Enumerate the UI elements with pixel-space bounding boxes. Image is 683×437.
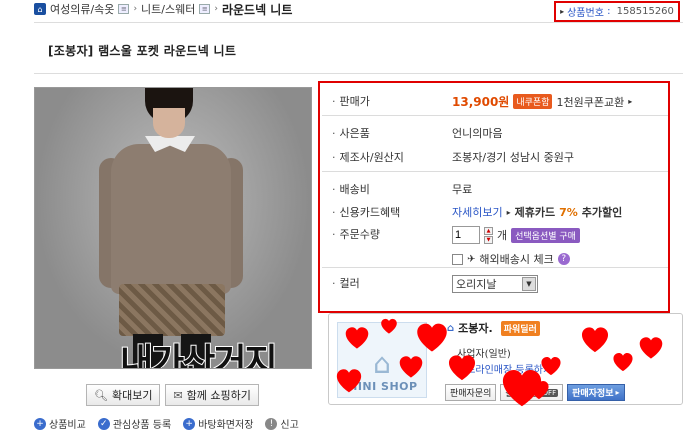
list-icon[interactable]: ≡ [199,4,211,14]
mini-shop-button[interactable]: ⌂ MINI SHOP [337,322,427,398]
title-bar: [조봉자] 램스울 포켓 라운드넥 니트 [34,22,683,74]
check-icon: ✓ [97,417,110,430]
sweater [111,144,231,294]
chevron-right-icon: › [133,4,138,14]
desktop-save-link[interactable]: + 바탕화면저장 [183,416,253,431]
seller-box: ⌂ MINI SHOP ⌂ 조봉자. 파워딜러 사업자(일반) 오프라인매장 등… [328,313,683,405]
shop-together-label: 함께 쇼핑하기 [186,389,251,402]
breadcrumb: ⌂ 여성의류/속옷 ≡ › 니트/스웨터 ≡ › 라운드넥 니트 [34,0,292,18]
shipping-value: 무료 [452,183,473,196]
wishlist-link[interactable]: ✓ 관심상품 등록 [97,416,171,431]
product-info-box: 판매가 13,900원 내쿠폰함 1천원쿠폰교환 ▸ 사은품 언니의마음 제조사… [318,81,670,313]
chevron-right-icon: › [214,4,218,14]
bottom-links: + 상품비교 ✓ 관심상품 등록 + 바탕화면저장 ! 신고 [34,416,299,431]
seller-info-button[interactable]: 판매자정보 ▸ [567,384,625,401]
coupon-exchange-link[interactable]: 1천원쿠폰교환 [556,94,624,110]
power-dealer-badge: 파워딜러 [500,320,540,336]
breadcrumb-item-category[interactable]: 여성의류/속옷 [50,1,114,17]
maker-value: 조봉자/경기 성남시 중원구 [452,151,575,164]
shop-together-button[interactable]: ✉ 함께 쇼핑하기 [165,384,259,406]
triangle-right-icon: ▸ [615,388,620,397]
card-detail-link[interactable]: 자세히보기 [452,204,503,220]
overseas-checkbox[interactable] [452,253,463,265]
compare-link[interactable]: + 상품비교 [34,416,86,431]
plus-icon: + [34,417,46,430]
triangle-right-icon: ▸ [560,7,565,16]
price-value: 13,900원 [452,95,510,109]
plus-zone-button[interactable]: 플러스존 OFF [500,384,564,401]
product-title: [조봉자] 램스울 포켓 라운드넥 니트 [48,44,237,58]
zoom-button-label: 확대보기 [111,389,153,402]
house-icon: ⌂ [373,347,391,380]
magnifier-icon: 🔍︎ [94,388,108,402]
breadcrumb-item-current: 라운드넥 니트 [221,2,293,17]
envelope-icon: ✉ [173,388,183,402]
product-photo[interactable]: 내가산거지 [34,87,312,369]
triangle-right-icon: ▸ [506,207,511,217]
triangle-right-icon: ▸ [628,97,633,106]
product-number: ▸ 상품번호 : 158515260 [554,1,680,22]
home-icon[interactable]: ⌂ [34,3,46,15]
offline-store-link[interactable]: 오프라인매장 등록하기 [457,361,552,376]
chevron-down-icon[interactable]: ▼ [522,277,536,291]
business-type: 사업자(일반) [457,349,511,360]
quantity-stepper[interactable]: ▲ ▼ [484,226,493,244]
coupon-badge[interactable]: 내쿠폰함 [513,94,553,109]
card-discount-pct: 7% [559,205,578,219]
option-purchase-button[interactable]: 선택옵션별 구매 [511,227,580,243]
seller-name[interactable]: ⌂ 조봉자. 파워딜러 [447,320,540,336]
photo-buttons: 🔍︎ 확대보기 ✉ 함께 쇼핑하기 [86,384,259,406]
seller-inquiry-button[interactable]: 판매자문의 [445,384,497,401]
zoom-button[interactable]: 🔍︎ 확대보기 [86,384,161,406]
quantity-input[interactable] [452,226,480,244]
report-link[interactable]: ! 신고 [265,416,299,431]
up-arrow-icon[interactable]: ▲ [484,226,493,235]
gift-value: 언니의마음 [452,127,503,140]
photo-overlay-text: 내가산거지 [119,341,279,369]
siren-icon: ! [265,417,278,430]
airplane-icon: ✈ [467,253,476,265]
list-icon[interactable]: ≡ [118,4,130,14]
color-select[interactable]: 오리지날 ▼ [452,275,538,293]
help-icon[interactable]: ? [557,253,570,265]
seller-buttons: 판매자문의 플러스존 OFF 판매자정보 ▸ [445,384,625,401]
down-arrow-icon[interactable]: ▼ [484,235,493,244]
breadcrumb-item-subcategory[interactable]: 니트/스웨터 [141,1,195,17]
shop-icon: ⌂ [447,322,455,334]
plus-icon: + [183,417,196,430]
product-number-label: 상품번호 [567,8,604,19]
product-number-value: 158515260 [616,6,674,17]
